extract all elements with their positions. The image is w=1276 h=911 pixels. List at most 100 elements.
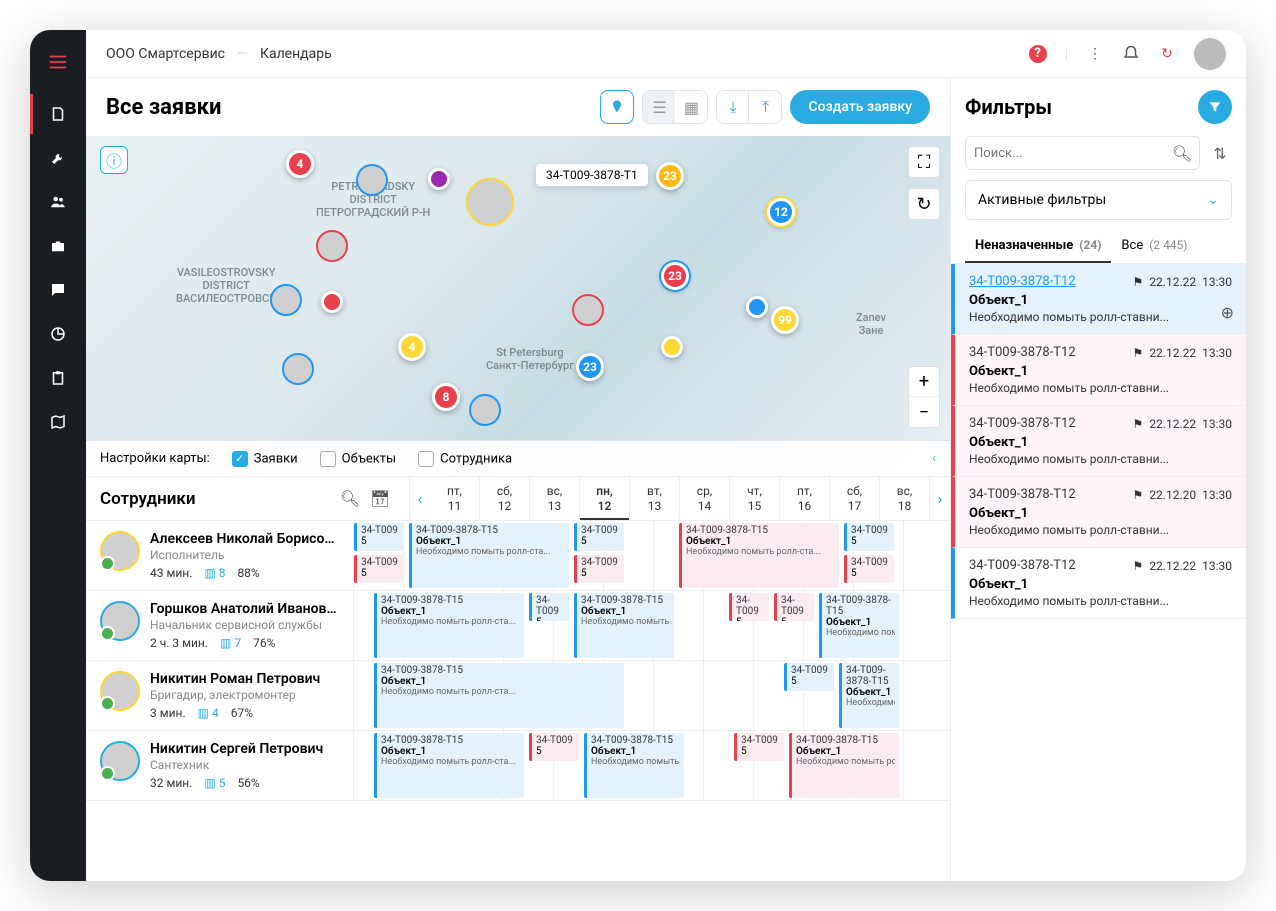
day-cell[interactable]: вс,13 bbox=[530, 477, 580, 520]
filter-icon[interactable] bbox=[1198, 90, 1232, 124]
task-block[interactable]: 34-T009-3878-T15Объект_1Необходимо помыт… bbox=[374, 663, 624, 728]
employee-card[interactable]: Никитин Сергей Петрович Сантехник 32 мин… bbox=[86, 731, 354, 800]
map-avatar-pin[interactable] bbox=[282, 353, 314, 385]
map-pin[interactable]: 8 bbox=[432, 383, 460, 411]
request-card[interactable]: 34-T009-3878-T12 ⚑22.12.2213:30 Объект_1… bbox=[951, 548, 1246, 619]
active-filters-dropdown[interactable]: Активные фильтры ⌄ bbox=[965, 180, 1232, 220]
nav-map[interactable] bbox=[30, 402, 86, 442]
import-icon[interactable]: ⤓ bbox=[717, 91, 749, 123]
task-block[interactable]: 34-T009-3878-T15Объект_1Необходимо помыт… bbox=[789, 733, 899, 798]
request-card[interactable]: 34-T009-3878-T12 ⚑22.12.2213:30 Объект_1… bbox=[951, 335, 1246, 406]
map-info-button[interactable]: ⓘ bbox=[100, 146, 128, 174]
map-pin[interactable]: 23 bbox=[661, 262, 689, 290]
day-cell[interactable]: пт,11 bbox=[430, 477, 480, 520]
date-next-icon[interactable]: › bbox=[930, 477, 950, 520]
task-block[interactable]: 34-T009-3878-T15Объект_1Необходимо помыт… bbox=[679, 523, 839, 588]
card-id[interactable]: 34-T009-3878-T12 bbox=[969, 487, 1076, 502]
zoom-in-icon[interactable]: + bbox=[909, 367, 939, 397]
task-block[interactable]: 34-T0095 bbox=[529, 733, 579, 761]
search-glass-icon[interactable]: 🔍︎ bbox=[1173, 144, 1191, 162]
menu-icon[interactable] bbox=[30, 42, 86, 82]
fullscreen-icon[interactable]: ⛶ bbox=[909, 147, 939, 177]
bell-icon[interactable] bbox=[1122, 45, 1140, 63]
employee-card[interactable]: Горшков Анатолий Иванович Начальник серв… bbox=[86, 591, 354, 660]
employee-card[interactable]: Алексеев Николай Борисович Исполнитель 4… bbox=[86, 521, 354, 590]
calendar-icon[interactable]: 📅︎ bbox=[371, 490, 389, 508]
day-cell[interactable]: вс,18 bbox=[880, 477, 930, 520]
map-avatar-pin[interactable] bbox=[356, 164, 388, 196]
task-block[interactable]: 34-T0095 bbox=[574, 523, 624, 551]
search-input[interactable] bbox=[974, 146, 1173, 161]
card-id[interactable]: 34-T009-3878-T12 bbox=[969, 345, 1076, 360]
map-avatar-pin[interactable] bbox=[466, 178, 514, 226]
map-avatar-pin[interactable] bbox=[572, 294, 604, 326]
nav-tools[interactable] bbox=[30, 138, 86, 178]
task-block[interactable]: 34-T009-3878-T15Объект_1Необходимо помыт… bbox=[374, 593, 524, 658]
task-block[interactable]: 34-T009-3878-T15Объект_1Необходимо помыт… bbox=[584, 733, 684, 798]
day-cell[interactable]: пт,16 bbox=[780, 477, 830, 520]
task-block[interactable]: 34-T009-3878-T15Объект_1Необходимо помыт… bbox=[374, 733, 524, 798]
employee-timeline[interactable]: 34-T009-3878-T15Объект_1Необходимо помыт… bbox=[354, 731, 950, 800]
chk-requests[interactable]: ✓Заявки bbox=[232, 451, 298, 467]
target-icon[interactable]: ⊕ bbox=[1221, 303, 1234, 322]
nav-clipboard[interactable] bbox=[30, 358, 86, 398]
map-avatar-pin[interactable] bbox=[270, 284, 302, 316]
more-icon[interactable]: ⋮ bbox=[1086, 45, 1104, 63]
map-pin[interactable]: 99 bbox=[771, 306, 799, 334]
help-icon[interactable]: ? bbox=[1029, 45, 1047, 63]
day-cell[interactable]: сб,17 bbox=[830, 477, 880, 520]
request-card[interactable]: 34-T009-3878-T12 ⚑22.12.2213:30 Объект_1… bbox=[951, 264, 1246, 335]
filter-tab[interactable]: Все(2 445) bbox=[1111, 230, 1197, 263]
task-block[interactable]: 34-T009-3878-T15Объект_1Необходимо помыт… bbox=[819, 593, 899, 658]
map-avatar-pin[interactable] bbox=[316, 230, 348, 262]
card-id[interactable]: 34-T009-3878-T12 bbox=[969, 274, 1076, 289]
task-block[interactable]: 34-T0095 bbox=[844, 555, 894, 583]
day-cell[interactable]: чт,15 bbox=[730, 477, 780, 520]
search-icon[interactable]: 🔍︎ bbox=[341, 490, 359, 508]
user-avatar[interactable] bbox=[1194, 38, 1226, 70]
task-block[interactable]: 34-T0095 bbox=[734, 733, 784, 761]
task-block[interactable]: 34-T0095 bbox=[574, 555, 624, 583]
view-grid-icon[interactable]: ▦ bbox=[675, 91, 707, 123]
task-block[interactable]: 34-T009-3878-T15Объект_1Необходимо помыт… bbox=[839, 663, 899, 728]
map-pin[interactable]: 4 bbox=[286, 150, 314, 178]
employee-timeline[interactable]: 34-T009534-T009534-T009-3878-T15Объект_1… bbox=[354, 521, 950, 590]
breadcrumb-page[interactable]: Календарь bbox=[260, 46, 332, 62]
employee-card[interactable]: Никитин Роман Петрович Бригадир, электро… bbox=[86, 661, 354, 730]
filter-tab[interactable]: Неназначенные(24) bbox=[965, 230, 1111, 263]
request-card[interactable]: 34-T009-3878-T12 ⚑22.12.2213:30 Объект_1… bbox=[951, 406, 1246, 477]
task-block[interactable]: 34-T0095 bbox=[354, 555, 404, 583]
view-list-icon[interactable]: ☰ bbox=[643, 91, 675, 123]
task-block[interactable]: 34-T0095 bbox=[354, 523, 404, 551]
chk-objects[interactable]: Объекты bbox=[320, 451, 396, 467]
map-pin[interactable] bbox=[321, 291, 343, 313]
map-reload[interactable]: ↻ bbox=[908, 188, 940, 220]
nav-chat[interactable] bbox=[30, 270, 86, 310]
task-block[interactable]: 34-T009-3878-T15Объект_1Необходимо помыт… bbox=[574, 593, 674, 658]
day-cell[interactable]: пн,12 bbox=[580, 477, 630, 520]
refresh-icon[interactable]: ↻ bbox=[1158, 45, 1176, 63]
map-pin[interactable]: 12 bbox=[767, 198, 795, 226]
map-pin[interactable]: 4 bbox=[398, 333, 426, 361]
request-card[interactable]: 34-T009-3878-T12 ⚑22.12.2013:30 Объект_1… bbox=[951, 477, 1246, 548]
reload-icon[interactable]: ↻ bbox=[909, 189, 939, 219]
nav-people[interactable] bbox=[30, 182, 86, 222]
task-block[interactable]: 34-T0095 bbox=[529, 593, 569, 621]
map-collapse-icon[interactable]: ‹ bbox=[932, 451, 936, 466]
nav-chart[interactable] bbox=[30, 314, 86, 354]
day-cell[interactable]: вт,13 bbox=[630, 477, 680, 520]
task-block[interactable]: 34-T0095 bbox=[784, 663, 834, 691]
employee-timeline[interactable]: 34-T009-3878-T15Объект_1Необходимо помыт… bbox=[354, 591, 950, 660]
map-pin[interactable] bbox=[661, 336, 683, 358]
chk-staff[interactable]: Сотрудника bbox=[418, 451, 512, 467]
day-cell[interactable]: сб,12 bbox=[480, 477, 530, 520]
task-block[interactable]: 34-T0095 bbox=[844, 523, 894, 551]
nav-requests[interactable] bbox=[30, 94, 86, 134]
date-prev-icon[interactable]: ‹ bbox=[410, 477, 430, 520]
task-block[interactable]: 34-T009-3878-T15Объект_1Необходимо помыт… bbox=[409, 523, 569, 588]
map-pin[interactable]: 23 bbox=[656, 162, 684, 190]
export-icon[interactable]: ⤒ bbox=[749, 91, 781, 123]
map-pin[interactable]: 23 bbox=[576, 353, 604, 381]
task-block[interactable]: 34-T0095 bbox=[774, 593, 814, 621]
sort-icon[interactable]: ⇅ bbox=[1208, 136, 1232, 170]
